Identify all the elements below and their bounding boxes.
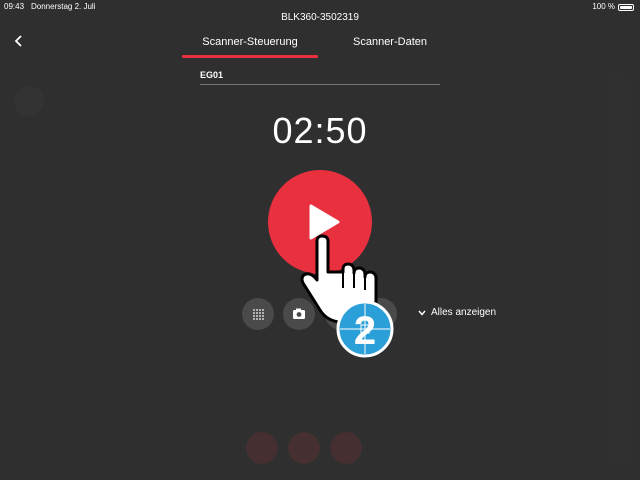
active-tab-indicator	[182, 55, 318, 58]
density-button[interactable]	[242, 298, 274, 330]
back-button[interactable]	[12, 34, 26, 48]
density-icon	[253, 309, 264, 320]
ghost-bottom-button-1	[246, 432, 278, 464]
battery-icon	[618, 3, 634, 11]
chevron-left-icon	[14, 35, 22, 47]
tab-scanner-daten[interactable]: Scanner-Daten	[330, 36, 450, 48]
device-title: BLK360-3502319	[281, 12, 359, 23]
ghost-bottom-button-3	[330, 432, 362, 464]
right-toolbar	[606, 72, 630, 467]
show-all-label: Alles anzeigen	[431, 307, 497, 318]
step-number: 2	[354, 309, 376, 353]
show-all-toggle[interactable]: Alles anzeigen	[418, 307, 496, 318]
tab-scanner-steuerung[interactable]: Scanner-Steuerung	[182, 36, 318, 48]
scan-timer: 02:50	[272, 110, 368, 151]
ghost-left-button	[14, 86, 44, 116]
setup-name-field[interactable]: EG01	[200, 70, 223, 80]
setup-name-underline	[200, 84, 440, 85]
step-badge-icon: 2	[336, 300, 394, 358]
chevron-down-icon	[418, 310, 426, 316]
ghost-bottom-button-2	[288, 432, 320, 464]
